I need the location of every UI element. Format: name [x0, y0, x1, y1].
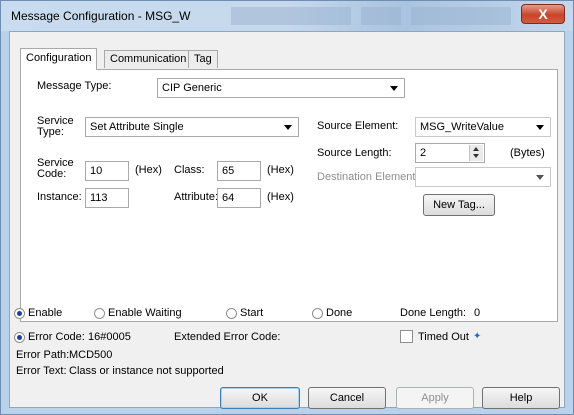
message-type-value: CIP Generic	[162, 82, 222, 94]
cancel-button[interactable]: Cancel	[308, 387, 386, 409]
start-radio	[226, 308, 237, 319]
configuration-panel: Message Type: CIP Generic Service Type: …	[20, 69, 558, 322]
service-code-input[interactable]: 10	[85, 161, 129, 181]
enable-waiting-radio	[94, 308, 105, 319]
source-element-select[interactable]: MSG_WriteValue	[415, 117, 551, 137]
error-code-value: 16#0005	[88, 331, 131, 343]
instance-label: Instance:	[37, 191, 82, 203]
source-length-input[interactable]: 2	[415, 143, 485, 163]
service-code-unit: (Hex)	[135, 164, 162, 176]
title-bar-reflection	[411, 7, 511, 25]
chevron-up-icon	[473, 147, 479, 151]
chevron-down-icon	[390, 86, 398, 91]
close-icon: X	[538, 6, 548, 22]
window-title: Message Configuration - MSG_W	[11, 9, 191, 23]
service-type-select[interactable]: Set Attribute Single	[85, 117, 299, 137]
class-input[interactable]: 65	[217, 161, 261, 181]
service-code-value: 10	[90, 165, 103, 177]
attribute-label: Attribute:	[174, 191, 219, 203]
chevron-down-icon	[284, 125, 292, 130]
dialog-client-area: Configuration Communication Tag Message …	[9, 31, 565, 409]
class-unit: (Hex)	[267, 164, 294, 176]
source-element-label: Source Element:	[317, 120, 399, 132]
service-type-label: Service Type:	[37, 115, 74, 138]
instance-value: 113	[90, 192, 108, 204]
message-type-select[interactable]: CIP Generic	[157, 78, 405, 98]
service-type-value: Set Attribute Single	[90, 121, 184, 133]
enable-radio	[14, 308, 25, 319]
title-bar-reflection	[361, 7, 401, 25]
extended-error-code-label: Extended Error Code:	[174, 331, 281, 343]
done-length-label: Done Length:	[400, 307, 467, 319]
timed-out-label: Timed Out	[418, 331, 469, 343]
new-tag-button[interactable]: New Tag...	[423, 194, 495, 216]
error-text-value: Class or instance not supported	[69, 365, 224, 377]
error-code-label: Error Code:	[28, 331, 85, 343]
attribute-value: 64	[222, 192, 235, 204]
source-length-stepper[interactable]	[469, 145, 483, 161]
source-length-unit: (Bytes)	[510, 147, 545, 159]
error-text-label: Error Text:	[16, 365, 67, 377]
destination-element-select[interactable]	[415, 167, 551, 187]
class-label: Class:	[174, 164, 205, 176]
done-label: Done	[326, 307, 353, 319]
chevron-down-icon	[536, 125, 544, 130]
attribute-unit: (Hex)	[267, 191, 294, 203]
enable-waiting-label: Enable Waiting	[108, 307, 182, 319]
chevron-down-icon	[536, 175, 544, 180]
enable-label: Enable	[28, 307, 63, 319]
title-bar-reflection	[231, 7, 351, 25]
apply-button[interactable]: Apply	[396, 387, 474, 409]
error-path-value: MCD500	[69, 349, 113, 361]
tab-communication[interactable]: Communication	[104, 50, 193, 68]
source-element-value: MSG_WriteValue	[420, 121, 504, 133]
tab-tag[interactable]: Tag	[188, 50, 218, 68]
error-code-radio	[14, 332, 25, 343]
source-length-label: Source Length:	[317, 147, 392, 159]
service-code-label: Service Code:	[37, 157, 74, 180]
title-bar[interactable]: Message Configuration - MSG_W X	[1, 1, 573, 31]
ok-button[interactable]: OK	[220, 387, 300, 409]
class-value: 65	[222, 165, 235, 177]
attribute-input[interactable]: 64	[217, 188, 261, 208]
done-length-value: 0	[474, 307, 481, 319]
destination-element-label: Destination Element:	[317, 171, 419, 183]
source-length-value: 2	[420, 147, 427, 159]
help-button[interactable]: Help	[482, 387, 560, 409]
tab-configuration[interactable]: Configuration	[20, 48, 98, 70]
error-path-label: Error Path:	[16, 349, 70, 361]
done-radio	[312, 308, 323, 319]
chevron-down-icon	[473, 154, 479, 158]
instance-input[interactable]: 113	[85, 188, 129, 208]
timed-out-checkbox[interactable]	[400, 330, 413, 343]
message-configuration-window: Message Configuration - MSG_W X Configur…	[0, 0, 574, 415]
message-type-label: Message Type:	[37, 80, 112, 92]
start-label: Start	[240, 307, 264, 319]
timed-out-marker-icon: ✦	[473, 331, 482, 342]
close-button[interactable]: X	[521, 4, 565, 24]
